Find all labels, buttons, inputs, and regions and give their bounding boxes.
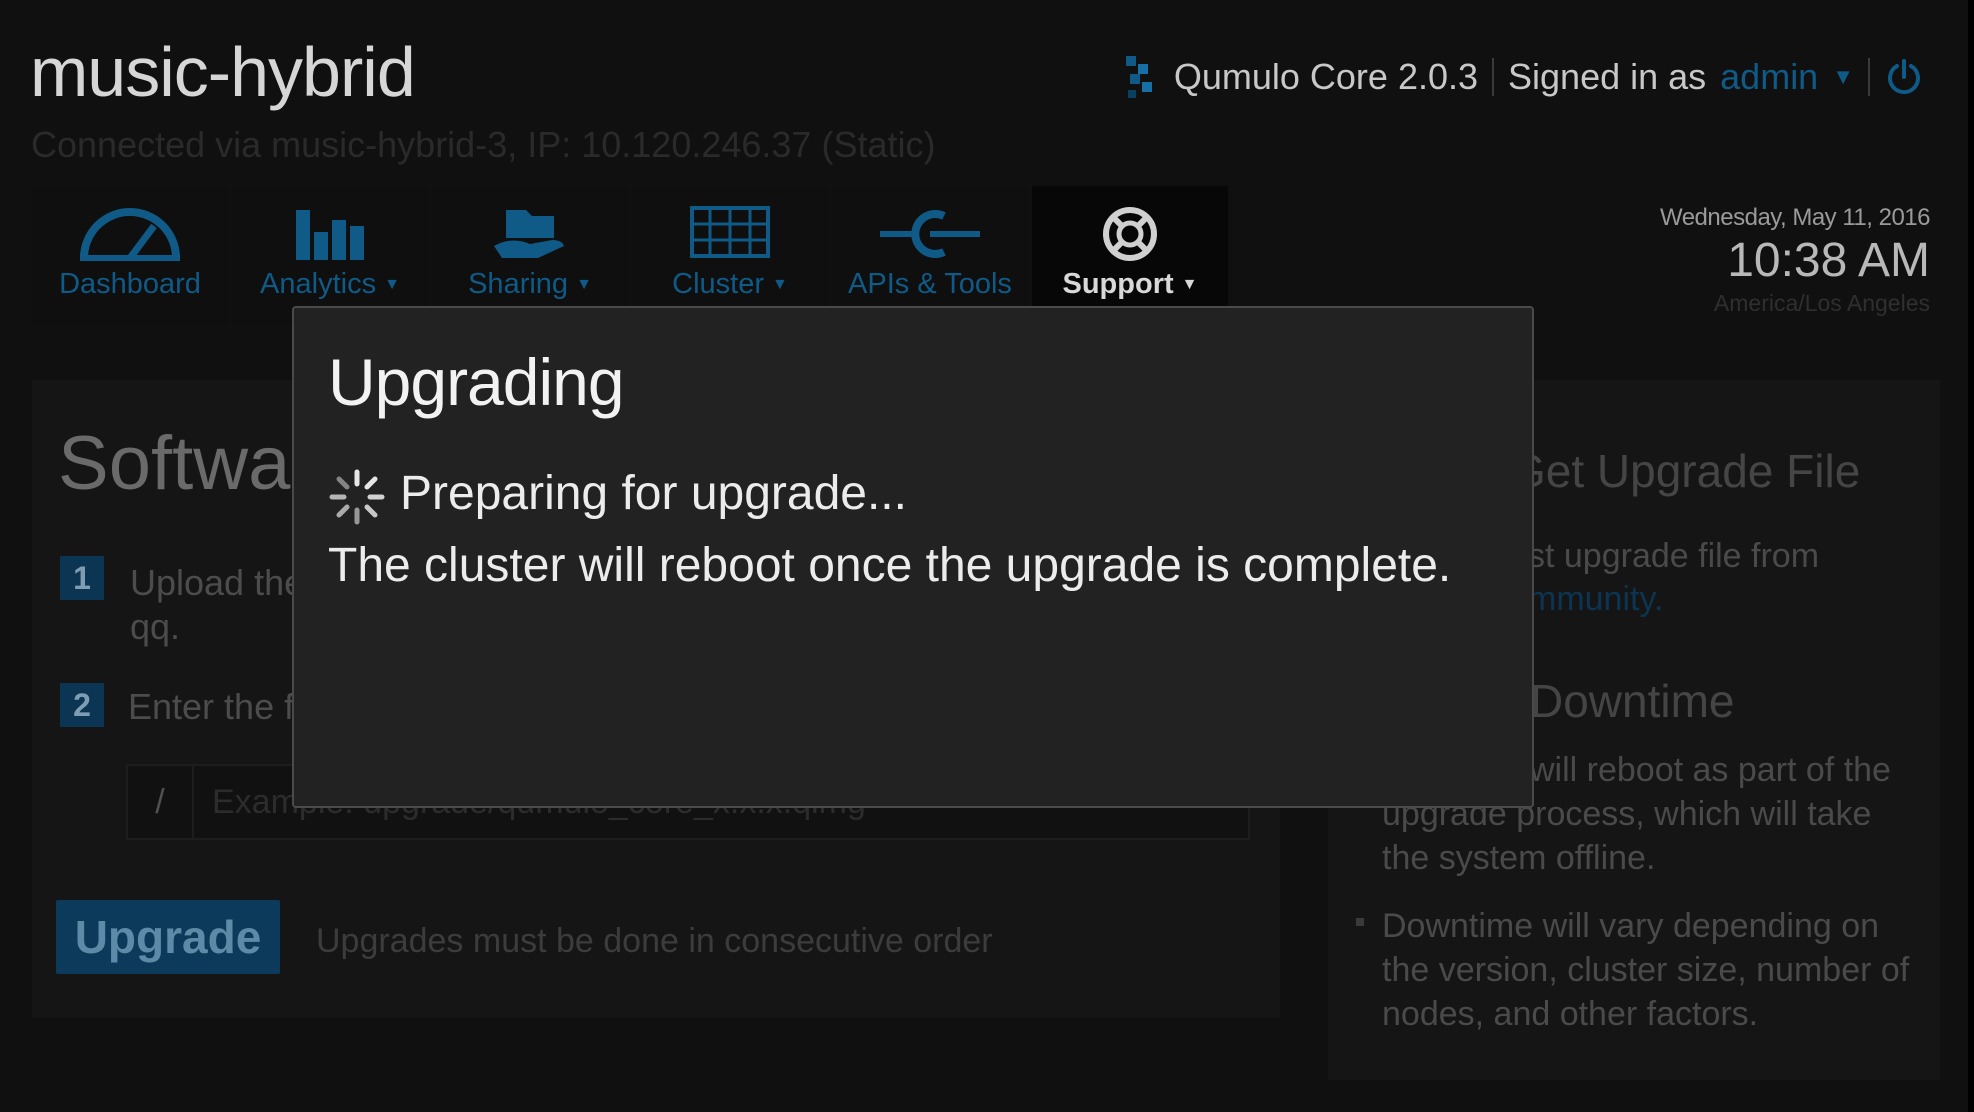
nav-sharing[interactable]: Sharing ▼ bbox=[432, 186, 628, 326]
divider bbox=[1492, 58, 1495, 96]
chevron-down-icon: ▼ bbox=[384, 276, 400, 294]
account-bar: Qumulo Core 2.0.3 Signed in as admin ▼ bbox=[1124, 52, 1924, 102]
nav-label: Support ▼ bbox=[1062, 268, 1198, 300]
section-text: st upgrade file from bbox=[1528, 537, 1820, 575]
qumulo-logo-icon bbox=[1125, 56, 1152, 98]
community-link[interactable]: mmunity. bbox=[1528, 580, 1663, 619]
dialog-title: Upgrading bbox=[328, 345, 625, 419]
clock-time: 10:38 AM bbox=[1727, 234, 1930, 287]
folder-hand-icon bbox=[494, 210, 564, 258]
bar-chart-icon bbox=[296, 210, 364, 260]
user-menu[interactable]: admin bbox=[1720, 56, 1818, 98]
cluster-name: music-hybrid bbox=[30, 33, 416, 111]
nav-support[interactable]: Support ▼ bbox=[1032, 186, 1228, 326]
section-heading: Get Upgrade File bbox=[1510, 445, 1861, 497]
connection-info: Connected via music-hybrid-3, IP: 10.120… bbox=[31, 124, 936, 165]
section-heading: Downtime bbox=[1530, 675, 1735, 727]
chevron-down-icon: ▼ bbox=[1181, 276, 1198, 294]
nav-dashboard[interactable]: Dashboard bbox=[32, 186, 228, 326]
nav-label: APIs & Tools bbox=[848, 268, 1012, 300]
gauge-icon bbox=[80, 208, 180, 261]
plug-icon bbox=[880, 210, 980, 258]
nav-label: Analytics ▼ bbox=[260, 268, 400, 300]
clock: Wednesday, May 11, 2016 10:38 AM America… bbox=[1659, 204, 1931, 317]
power-icon[interactable] bbox=[1884, 57, 1924, 97]
divider bbox=[1868, 58, 1870, 96]
bullet bbox=[1356, 918, 1364, 926]
step-text: qq. bbox=[130, 606, 181, 647]
window-edge bbox=[1968, 0, 1974, 1112]
nav-label: Sharing ▼ bbox=[468, 268, 592, 300]
nav-label: Cluster ▼ bbox=[672, 268, 788, 300]
chevron-down-icon: ▼ bbox=[576, 276, 592, 294]
section-text: the version, cluster size, number of bbox=[1382, 951, 1910, 989]
clock-timezone: America/Los Angeles bbox=[1713, 290, 1930, 316]
upgrade-button[interactable]: Upgrade bbox=[56, 900, 280, 974]
chevron-down-icon: ▼ bbox=[772, 276, 788, 294]
dialog-status: Preparing for upgrade... bbox=[400, 467, 907, 520]
nav-label: Dashboard bbox=[59, 268, 201, 300]
app-window: music-hybrid Connected via music-hybrid-… bbox=[0, 0, 1974, 1112]
product-version: Qumulo Core 2.0.3 bbox=[1173, 56, 1479, 97]
main-nav: Dashboard Analytics ▼ Sharing ▼ Cluster … bbox=[32, 186, 1228, 326]
upgrade-note: Upgrades must be done in consecutive ord… bbox=[316, 922, 993, 960]
dialog-message: The cluster will reboot once the upgrade… bbox=[328, 539, 1452, 592]
section-text: Downtime will vary depending on bbox=[1382, 907, 1880, 945]
step-number: 1 bbox=[60, 556, 104, 600]
upgrading-dialog: Upgrading Preparing for upgrade... The c… bbox=[292, 306, 1534, 808]
signed-in-label: Signed in as bbox=[1508, 56, 1707, 97]
nav-analytics[interactable]: Analytics ▼ bbox=[232, 186, 428, 326]
step-text: Upload the bbox=[130, 562, 305, 603]
spinner-icon bbox=[329, 469, 385, 525]
lifebuoy-icon bbox=[1103, 207, 1157, 261]
section-text: will reboot as part of the bbox=[1530, 751, 1891, 789]
nav-cluster[interactable]: Cluster ▼ bbox=[632, 186, 828, 326]
chevron-down-icon[interactable]: ▼ bbox=[1832, 64, 1854, 90]
section-text: the system offline. bbox=[1382, 839, 1656, 877]
nav-apis-tools[interactable]: APIs & Tools bbox=[832, 186, 1028, 326]
path-prefix: / bbox=[128, 766, 194, 838]
server-rack-icon bbox=[690, 206, 770, 258]
clock-date: Wednesday, May 11, 2016 bbox=[1659, 204, 1931, 231]
step-number: 2 bbox=[60, 683, 104, 727]
step-text: Enter the fil bbox=[128, 686, 311, 727]
section-text: nodes, and other factors. bbox=[1382, 995, 1759, 1033]
